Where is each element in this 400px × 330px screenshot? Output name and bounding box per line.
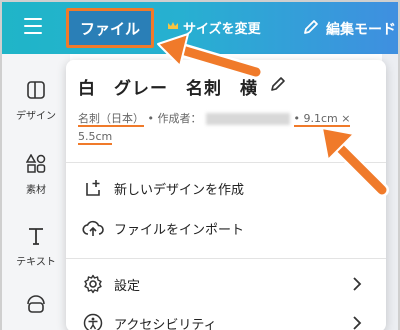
sidebar-item-brand[interactable] — [2, 294, 70, 321]
menu-import-file[interactable]: ファイルをインポート — [82, 215, 372, 241]
divider — [66, 258, 386, 259]
cloud-upload-icon — [82, 217, 104, 239]
accessibility-icon — [82, 312, 104, 330]
author-name-blurred — [205, 113, 290, 125]
chevron-right-icon — [352, 277, 362, 295]
menu-icon[interactable] — [24, 18, 42, 34]
menu-item-label: 設定 — [114, 278, 141, 294]
shapes-icon — [2, 153, 70, 177]
menu-accessibility[interactable]: アクセシビリティ — [82, 310, 372, 330]
pencil-icon[interactable] — [270, 76, 286, 97]
menu-item-label: アクセシビリティ — [114, 317, 217, 330]
text-icon — [2, 226, 70, 249]
menu-settings[interactable]: 設定 — [82, 271, 372, 297]
layout-icon — [2, 80, 70, 103]
sidebar-item-label: 素材 — [26, 185, 46, 196]
file-menu-label: ファイル — [79, 19, 140, 38]
design-size-height: 5.5cm — [78, 130, 113, 145]
author-prefix: • 作成者： — [147, 112, 202, 125]
sidebar: デザイン 素材 テキスト — [2, 54, 70, 330]
chevron-right-icon — [352, 316, 362, 330]
sidebar-item-label: テキスト — [16, 257, 56, 268]
sidebar-item-elements[interactable]: 素材 — [2, 153, 70, 196]
design-type: 名刺（日本） — [78, 112, 144, 127]
menu-item-label: ファイルをインポート — [114, 222, 245, 238]
annotation-arrow-file — [157, 33, 262, 79]
annotation-arrow-size — [321, 127, 389, 197]
pencil-icon — [302, 18, 320, 40]
file-menu-button[interactable]: ファイル — [66, 8, 154, 48]
sidebar-item-text[interactable]: テキスト — [2, 226, 70, 268]
new-design-icon — [82, 177, 104, 199]
sidebar-item-design[interactable]: デザイン — [2, 80, 70, 122]
gear-icon — [82, 273, 104, 295]
menu-item-label: 新しいデザインを作成 — [114, 182, 245, 198]
edit-mode-label: 編集モード — [326, 22, 396, 38]
brand-icon — [2, 294, 70, 317]
sidebar-item-label: デザイン — [16, 111, 56, 122]
edit-mode-button[interactable]: 編集モード — [302, 18, 396, 40]
